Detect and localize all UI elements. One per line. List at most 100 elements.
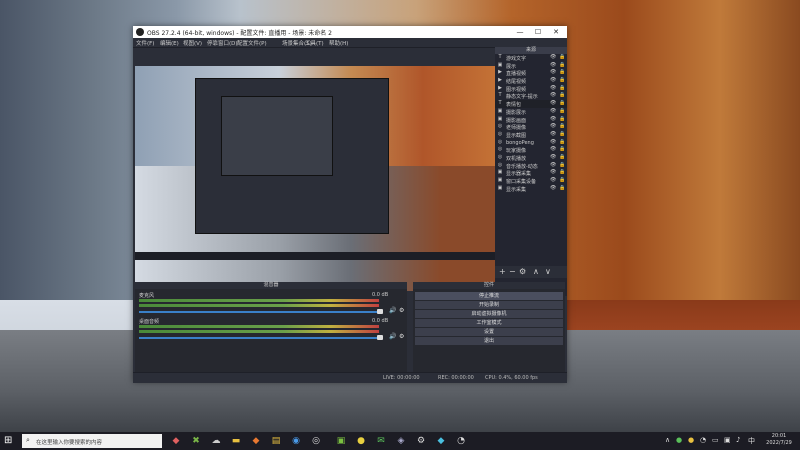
- menu-file[interactable]: 文件(F): [136, 39, 154, 47]
- display-icon[interactable]: ▣: [724, 436, 731, 444]
- source-item[interactable]: ◎ 音乐播放-动态 👁 🔒: [495, 162, 567, 170]
- eye-icon[interactable]: 👁: [550, 77, 556, 83]
- source-item[interactable]: ◎ 玩家摄像 👁 🔒: [495, 146, 567, 154]
- app-icon[interactable]: ⚙: [415, 435, 427, 447]
- chevron-up-icon[interactable]: ∧: [665, 436, 670, 444]
- app-tray-icon[interactable]: ◔: [700, 436, 706, 444]
- network-icon[interactable]: ▭: [712, 436, 719, 444]
- eye-icon[interactable]: 👁: [550, 92, 556, 98]
- source-item[interactable]: T 表情包 👁 🔒: [495, 100, 567, 108]
- lock-icon[interactable]: 🔒: [559, 77, 565, 83]
- volume-icon[interactable]: ♪: [736, 436, 740, 444]
- lock-icon[interactable]: 🔒: [559, 169, 565, 175]
- obs-icon[interactable]: ◎: [310, 435, 322, 447]
- eye-icon[interactable]: 👁: [550, 146, 556, 152]
- lock-icon[interactable]: 🔒: [559, 131, 565, 137]
- speedometer-icon[interactable]: ◔: [455, 435, 467, 447]
- xbox-icon[interactable]: ✖: [190, 435, 202, 447]
- menu-tools[interactable]: 工具(T): [305, 39, 324, 47]
- source-item[interactable]: ◎ 老师摄像 👁 🔒: [495, 123, 567, 131]
- eye-icon[interactable]: 👁: [550, 162, 556, 168]
- eye-icon[interactable]: 👁: [550, 100, 556, 106]
- source-item[interactable]: ▶ 直播视频 👁 🔒: [495, 69, 567, 77]
- volume-slider-handle[interactable]: [377, 309, 383, 314]
- maximize-button[interactable]: ☐: [529, 26, 547, 38]
- move-source-up-button[interactable]: ∧: [533, 267, 539, 276]
- start-virtual-camera-button[interactable]: 启动虚拟摄像机: [415, 310, 563, 318]
- studio-mode-button[interactable]: 工作室模式: [415, 319, 563, 327]
- eye-icon[interactable]: 👁: [550, 185, 556, 191]
- title-bar[interactable]: OBS 27.2.4 (64-bit, windows) - 配置文件: 直播用…: [133, 26, 567, 38]
- taskbar-search-box[interactable]: ⌕ 在这里输入你要搜索的内容: [22, 434, 162, 448]
- gear-icon[interactable]: ⚙: [399, 307, 404, 314]
- remove-source-button[interactable]: −: [509, 267, 516, 276]
- volume-slider[interactable]: [139, 337, 379, 339]
- eye-icon[interactable]: 👁: [550, 131, 556, 137]
- menu-help[interactable]: 帮助(H): [329, 39, 348, 47]
- settings-button[interactable]: 设置: [415, 328, 563, 336]
- lock-icon[interactable]: 🔒: [559, 123, 565, 129]
- lock-icon[interactable]: 🔒: [559, 185, 565, 191]
- eye-icon[interactable]: 👁: [550, 154, 556, 160]
- source-item[interactable]: T 静态文字-提示 👁 🔒: [495, 92, 567, 100]
- app-icon[interactable]: ▣: [335, 435, 347, 447]
- lock-icon[interactable]: 🔒: [559, 177, 565, 183]
- ime-icon[interactable]: 中: [748, 436, 755, 446]
- lock-icon[interactable]: 🔒: [559, 139, 565, 145]
- menu-edit[interactable]: 编辑(E): [160, 39, 179, 47]
- eye-icon[interactable]: 👁: [550, 123, 556, 129]
- lock-icon[interactable]: 🔒: [559, 162, 565, 168]
- source-properties-button[interactable]: ⚙: [519, 267, 526, 276]
- lock-icon[interactable]: 🔒: [559, 100, 565, 106]
- source-item[interactable]: T 游戏文字 👁 🔒: [495, 54, 567, 62]
- app-icon[interactable]: ◆: [435, 435, 447, 447]
- eye-icon[interactable]: 👁: [550, 108, 556, 114]
- lock-icon[interactable]: 🔒: [559, 116, 565, 122]
- eye-icon[interactable]: 👁: [550, 54, 556, 60]
- app-tray-icon[interactable]: ●: [676, 436, 682, 444]
- taskbar-clock[interactable]: 20:01 2022/7/29: [760, 433, 798, 447]
- lock-icon[interactable]: 🔒: [559, 62, 565, 68]
- lock-icon[interactable]: 🔒: [559, 69, 565, 75]
- source-item[interactable]: ◎ bongoPeng 👁 🔒: [495, 139, 567, 147]
- move-source-down-button[interactable]: ∨: [545, 267, 551, 276]
- stop-streaming-button[interactable]: 停止推流: [415, 292, 563, 300]
- lock-icon[interactable]: 🔒: [559, 85, 565, 91]
- eye-icon[interactable]: 👁: [550, 177, 556, 183]
- eye-icon[interactable]: 👁: [550, 62, 556, 68]
- close-button[interactable]: ✕: [547, 26, 565, 38]
- add-source-button[interactable]: +: [499, 267, 506, 276]
- source-item[interactable]: ▣ 展示 👁 🔒: [495, 62, 567, 70]
- menu-view[interactable]: 视图(V): [183, 39, 202, 47]
- volume-slider-handle[interactable]: [377, 335, 383, 340]
- app-icon[interactable]: ●: [355, 435, 367, 447]
- lock-icon[interactable]: 🔒: [559, 92, 565, 98]
- folder-icon[interactable]: ▬: [230, 435, 242, 447]
- eye-icon[interactable]: 👁: [550, 116, 556, 122]
- lock-icon[interactable]: 🔒: [559, 54, 565, 60]
- steam-icon[interactable]: ◈: [395, 435, 407, 447]
- eye-icon[interactable]: 👁: [550, 69, 556, 75]
- menu-docks[interactable]: 停靠窗口(D): [207, 39, 238, 47]
- start-recording-button[interactable]: 开始录制: [415, 301, 563, 309]
- eye-icon[interactable]: 👁: [550, 169, 556, 175]
- source-item[interactable]: ▣ 摄影画面 👁 🔒: [495, 116, 567, 124]
- app-icon[interactable]: ◆: [170, 435, 182, 447]
- speaker-icon[interactable]: 🔊: [389, 333, 396, 340]
- eye-icon[interactable]: 👁: [550, 139, 556, 145]
- cloud-icon[interactable]: ☁: [210, 435, 222, 447]
- source-item[interactable]: ◎ 双机播放 👁 🔒: [495, 154, 567, 162]
- lock-icon[interactable]: 🔒: [559, 108, 565, 114]
- lock-icon[interactable]: 🔒: [559, 154, 565, 160]
- source-item[interactable]: ▶ 结尾视频 👁 🔒: [495, 77, 567, 85]
- source-item[interactable]: ▣ 显示器采集 👁 🔒: [495, 169, 567, 177]
- minimize-button[interactable]: —: [511, 26, 529, 38]
- source-item[interactable]: ▣ 显示采集 👁 🔒: [495, 185, 567, 193]
- windows-start-icon[interactable]: ⊞: [4, 435, 12, 446]
- exit-button[interactable]: 退出: [415, 337, 563, 345]
- source-item[interactable]: ▣ 窗口采集设备 👁 🔒: [495, 177, 567, 185]
- source-item[interactable]: ▣ 摄影展示 👁 🔒: [495, 108, 567, 116]
- wechat-icon[interactable]: ✉: [375, 435, 387, 447]
- menu-profile[interactable]: 配置文件(P): [237, 39, 267, 47]
- eye-icon[interactable]: 👁: [550, 85, 556, 91]
